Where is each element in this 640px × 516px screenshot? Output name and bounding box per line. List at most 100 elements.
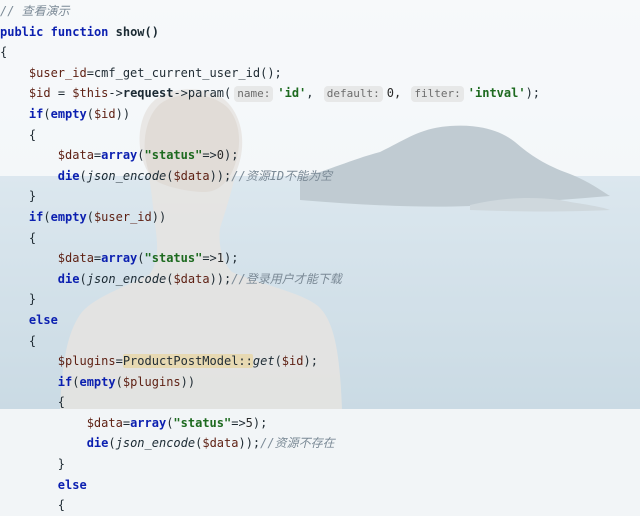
var-data-3b: $data [202, 436, 239, 451]
var-user-id-2: $user_id [93, 209, 152, 224]
kw-function: function [50, 24, 109, 39]
json-encode-1: json_encode [86, 168, 167, 183]
comment-1: //资源ID不能为空 [231, 168, 333, 183]
code-line-12: { [0, 228, 640, 249]
close-brace: } [28, 292, 37, 307]
hint-default: default: [323, 86, 383, 103]
comment-2: //登录用户才能下载 [231, 271, 342, 286]
code-line-3: { [0, 42, 640, 63]
paren: ( [166, 415, 174, 430]
var-data-2b: $data [173, 271, 210, 286]
json-encode-3: json_encode [115, 436, 196, 451]
paren: ) [187, 374, 196, 389]
var-data-2: $data [57, 251, 94, 266]
fat-arrow: => [202, 251, 217, 266]
kw-public: public [0, 24, 44, 39]
open-brace: { [28, 333, 37, 348]
code-line-8: $data=array("status"=>0); [0, 145, 640, 166]
kw-empty-2: empty [50, 209, 87, 224]
open-brace: { [28, 127, 37, 142]
method-param: param( [187, 86, 232, 101]
model-call-highlight: ProductPostModel:: [122, 354, 253, 369]
paren: ) [115, 106, 123, 121]
code-line-15: } [0, 289, 640, 310]
var-plugins-2: $plugins [122, 374, 181, 389]
var-id-2: $id [93, 106, 116, 121]
code-line-19: if(empty($plugins)) [0, 372, 640, 393]
code-line-5: $id = $this->request->param(name:'id', d… [28, 86, 541, 103]
code-line-1: // 查看演示 [0, 1, 640, 22]
paren: ( [137, 251, 145, 266]
kw-else-1: else [28, 312, 58, 327]
code-line-23: } [0, 454, 640, 475]
hint-name: name: [234, 86, 274, 103]
close-brace: } [28, 189, 37, 204]
var-id-3: $id [281, 354, 304, 369]
code-line-22: die(json_encode($data));//资源不存在 [0, 433, 640, 454]
open-brace: { [57, 395, 66, 410]
model-call: ProductPostModel:: [122, 354, 253, 369]
kw-die-1: die [57, 168, 80, 183]
var-plugins: $plugins [57, 354, 116, 369]
paren: ( [137, 148, 145, 163]
code-line-21: $data=array("status"=>5); [0, 413, 640, 434]
fat-arrow: => [231, 415, 246, 430]
paren: ) [158, 209, 167, 224]
var-data-1: $data [57, 148, 94, 163]
val-0: 0 [216, 148, 224, 163]
arg-id: 'id' [277, 86, 307, 101]
code-line-2: public function show() [0, 22, 640, 43]
var-data-1b: $data [173, 168, 210, 183]
arrow-op-2: -> [173, 86, 188, 101]
paren: ( [274, 354, 282, 369]
arg-zero: 0, [386, 86, 402, 101]
code-line-13: $data=array("status"=>1); [0, 248, 640, 269]
code-line-25: { [0, 495, 640, 516]
code-line-24: else [0, 475, 640, 496]
str-status-3: "status" [173, 415, 232, 430]
op-eq: = [115, 354, 123, 369]
code-line-7: { [0, 125, 640, 146]
var-data-3: $data [86, 415, 123, 430]
end-die: ); [245, 436, 261, 451]
paren: ( [79, 168, 87, 183]
code-editor[interactable]: // 查看演示 public function show() { $user_i… [0, 0, 640, 512]
code-line-4: $user_id=cmf_get_current_user_id(); [0, 63, 640, 84]
kw-if-3: if [57, 374, 73, 389]
kw-die-3: die [86, 436, 109, 451]
op-eq: = [122, 415, 131, 430]
comment-title: // 查看演示 [0, 4, 70, 18]
val-1: 1 [216, 251, 224, 266]
arg-intval: 'intval' [467, 86, 526, 101]
paren: ) [238, 436, 246, 451]
json-encode-2: json_encode [86, 271, 167, 286]
paren: ( [43, 209, 51, 224]
arrow-op-1: -> [108, 86, 123, 101]
var-id: $id [28, 86, 51, 101]
func-show: show() [115, 24, 159, 39]
line-id-end: ); [525, 86, 541, 101]
end-array: ); [224, 148, 239, 163]
open-brace: { [57, 498, 66, 513]
paren: ) [151, 209, 159, 224]
open-brace: { [28, 230, 37, 245]
code-line-17: { [0, 331, 640, 352]
code-line-9: die(json_encode($data));//资源ID不能为空 [0, 166, 640, 187]
paren: ) [180, 374, 188, 389]
paren: ( [115, 374, 123, 389]
paren: ( [86, 209, 94, 224]
str-status-2: "status" [144, 251, 203, 266]
kw-if-2: if [28, 209, 44, 224]
comment-3: //资源不存在 [260, 436, 335, 451]
open-brace: { [0, 45, 8, 60]
hint-filter: filter: [411, 86, 464, 103]
op-eq: = [50, 86, 73, 101]
end-array: ); [252, 415, 268, 430]
code-line-6: if(empty($id)) [0, 104, 640, 125]
fat-arrow: => [202, 148, 217, 163]
end-array: ); [224, 251, 239, 266]
kw-array-1: array [101, 148, 138, 163]
kw-die-2: die [57, 271, 80, 286]
end-die: ); [216, 271, 232, 286]
code-line-11: if(empty($user_id)) [0, 207, 640, 228]
